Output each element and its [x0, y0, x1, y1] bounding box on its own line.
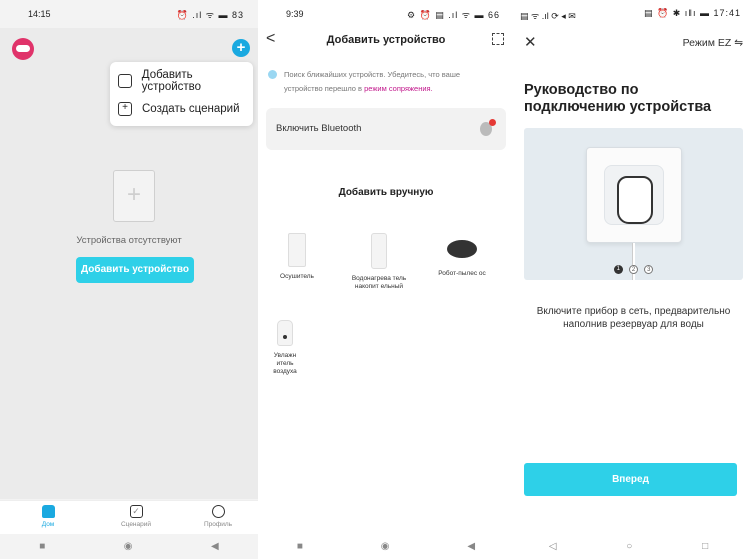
socket-illustration: 1 2 3 — [524, 128, 743, 280]
device-label: Осушитель — [280, 273, 314, 280]
water-heater-icon — [371, 233, 387, 269]
device-label: Водонагрева тель накопит ельный — [351, 275, 407, 290]
status-bar: ▤ ᯤ .ıl ⟳ ◂ ✉ ▤ ⏰ ✱ ıǁı ▬ 17:41 — [514, 0, 743, 28]
bluetooth-row[interactable]: Включить Bluetooth — [266, 108, 506, 150]
bluetooth-label: Включить Bluetooth — [276, 123, 362, 134]
connection-guide-screen: ▤ ᯤ .ıl ⟳ ◂ ✉ ▤ ⏰ ✱ ıǁı ▬ 17:41 ✕ Режим … — [514, 0, 743, 559]
cable — [632, 243, 635, 280]
system-nav-bar: ◁ ○ □ — [514, 533, 743, 559]
status-time: 14:15 — [28, 9, 51, 19]
app-logo-icon — [12, 38, 34, 60]
home-nav-icon[interactable]: ○ — [626, 541, 632, 552]
recent-apps-icon[interactable]: ■ — [39, 541, 45, 552]
alert-badge — [489, 119, 496, 126]
home-nav-icon[interactable]: ◉ — [124, 541, 133, 552]
status-bar: 9:39 ⚙ ⏰ ▤ .ıl ᯤ ▬ 66 — [258, 0, 514, 28]
status-icons: ⚙ ⏰ ▤ .ıl ᯤ ▬ 66 — [406, 10, 500, 20]
header: < Добавить устройство — [258, 30, 514, 52]
back-nav-icon[interactable]: ◀ — [467, 541, 475, 552]
checkbox-icon: ✓ — [129, 505, 143, 518]
guide-title: Руководство по подключению устройства — [524, 82, 712, 115]
status-icons-right: ▤ ⏰ ✱ ıǁı ▬ 17:41 — [644, 8, 741, 18]
plug-icon — [617, 176, 653, 224]
scenario-add-icon: + — [118, 102, 132, 116]
status-time: 9:39 — [286, 9, 304, 19]
scan-icon[interactable] — [492, 33, 504, 45]
guide-description: Включите прибор в сеть, предварительно н… — [536, 306, 731, 330]
step-dot[interactable]: 3 — [644, 265, 654, 275]
tab-label: Сценарий — [120, 521, 152, 528]
system-nav-bar: ■ ◉ ◀ — [0, 533, 258, 559]
empty-state-text: Устройства отсутствуют — [76, 235, 182, 246]
add-plus-button[interactable]: + — [232, 39, 250, 57]
add-menu: Добавить устройство + Создать сценарий — [110, 62, 253, 126]
pairing-mode-link[interactable]: режим сопряжения. — [364, 84, 433, 93]
tab-bar: Дом ✓ Сценарий Профиль — [0, 500, 258, 534]
manual-add-title: Добавить вручную — [338, 187, 434, 198]
home-nav-icon[interactable]: ◉ — [381, 541, 390, 552]
device-robot-vacuum[interactable]: Робот-пылес ос — [432, 236, 492, 278]
step-dot[interactable]: 2 — [629, 265, 638, 275]
add-device-screen: 9:39 ⚙ ⏰ ▤ .ıl ᯤ ▬ 66 < Добавить устройс… — [258, 0, 514, 559]
tab-label: Дом — [41, 521, 55, 528]
ez-mode-switch[interactable]: Режим EZ ⇋ — [683, 37, 743, 49]
page-title: Добавить устройство — [326, 34, 446, 46]
status-icons-left: ▤ ᯤ .ıl ⟳ ◂ ✉ — [520, 11, 576, 21]
recent-apps-icon[interactable]: ■ — [297, 541, 303, 552]
close-icon[interactable]: ✕ — [524, 33, 537, 51]
search-hint: Поиск ближайших устройств. Убедитесь, чт… — [268, 68, 500, 96]
tab-label: Профиль — [203, 521, 233, 528]
loading-icon — [268, 70, 277, 79]
socket-icon — [586, 147, 682, 243]
tab-profile[interactable]: Профиль — [188, 505, 248, 528]
back-nav-icon[interactable]: ◁ — [549, 541, 557, 552]
device-label: Увлажн итель воздуха — [273, 352, 297, 375]
next-button[interactable]: Вперед — [524, 463, 737, 496]
tab-scenario[interactable]: ✓ Сценарий — [106, 505, 166, 528]
menu-item-create-scenario[interactable]: + Создать сценарий — [118, 98, 240, 120]
profile-icon — [211, 505, 225, 518]
home-icon — [41, 505, 55, 518]
device-water-heater[interactable]: Водонагрева тель накопит ельный — [349, 233, 409, 291]
step-indicator: 1 2 3 — [524, 265, 743, 275]
status-icons: ⏰ .ıl ᯤ ▬ 83 — [176, 10, 244, 20]
status-bar: 14:15 ⏰ .ıl ᯤ ▬ 83 — [0, 0, 258, 28]
device-dehumidifier[interactable]: Осушитель — [267, 233, 327, 281]
tab-home[interactable]: Дом — [18, 505, 78, 528]
device-icon — [118, 74, 132, 88]
home-screen: 14:15 ⏰ .ıl ᯤ ▬ 83 + Добавить устройство… — [0, 0, 258, 559]
menu-item-add-device[interactable]: Добавить устройство — [118, 69, 253, 93]
robot-vacuum-icon — [447, 240, 477, 258]
menu-item-label: Добавить устройство — [141, 69, 202, 93]
humidifier-icon — [277, 320, 293, 346]
system-nav-bar: ■ ◉ ◀ — [258, 533, 514, 559]
dehumidifier-icon — [288, 233, 306, 267]
recent-apps-icon[interactable]: □ — [702, 541, 708, 552]
empty-file-icon: + — [113, 170, 155, 222]
menu-item-label: Создать сценарий — [142, 103, 240, 115]
device-label: Робот-пылес ос — [438, 270, 486, 277]
add-device-button[interactable]: Добавить устройство — [76, 257, 194, 283]
device-humidifier[interactable]: Увлажн итель воздуха — [270, 320, 300, 376]
back-nav-icon[interactable]: ◀ — [211, 541, 219, 552]
step-dot[interactable]: 1 — [613, 265, 623, 275]
